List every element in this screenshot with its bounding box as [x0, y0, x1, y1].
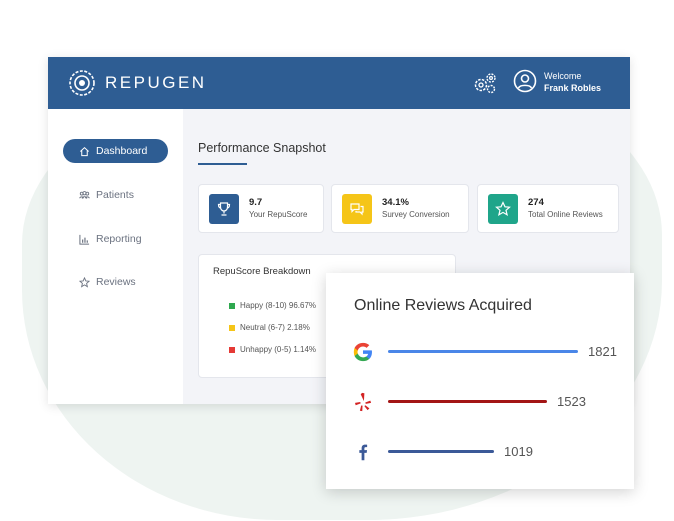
user-name: Frank Robles — [544, 83, 602, 93]
trophy-icon-box — [209, 194, 239, 224]
star-icon — [495, 201, 511, 217]
stat-label: Total Online Reviews — [528, 210, 603, 219]
stat-value: 9.7 — [249, 197, 263, 208]
user-circle-icon[interactable] — [513, 69, 537, 93]
breakdown-label: Unhappy (0-5) 1.14% — [240, 345, 317, 354]
yelp-icon — [355, 392, 372, 412]
legend-swatch — [229, 346, 235, 353]
legend-swatch — [229, 324, 235, 331]
sidebar-item-label: Patients — [96, 189, 134, 201]
page-title: Performance Snapshot — [198, 141, 326, 155]
stat-card-repuscore[interactable]: 9.7 Your RepuScore — [198, 184, 324, 233]
title-underline — [198, 163, 247, 165]
breakdown-label: Neutral (6-7) 2.18% — [240, 323, 310, 332]
star-icon-box — [488, 194, 518, 224]
sidebar-item-dashboard[interactable]: Dashboard — [63, 139, 168, 163]
star-icon — [79, 276, 90, 288]
review-count-google: 1821 — [588, 344, 617, 359]
sidebar: Dashboard Patients Reporting Reviews — [48, 109, 183, 404]
chat-bubbles-icon — [350, 203, 364, 216]
sidebar-item-reviews[interactable]: Reviews — [63, 270, 168, 294]
breakdown-item-happy: Happy (8-10) 96.67% — [229, 301, 316, 310]
welcome-label: Welcome — [544, 71, 582, 81]
trophy-icon — [217, 202, 231, 216]
reviews-title: Online Reviews Acquired — [354, 297, 532, 314]
review-bar-facebook — [388, 450, 494, 453]
review-count-yelp: 1523 — [557, 394, 586, 409]
review-row-yelp: 1523 — [326, 388, 634, 416]
users-icon — [79, 190, 90, 199]
repugen-logo-icon — [69, 70, 95, 96]
stat-card-total-reviews[interactable]: 274 Total Online Reviews — [477, 184, 619, 233]
breakdown-item-unhappy: Unhappy (0-5) 1.14% — [229, 345, 316, 354]
sidebar-item-label: Reporting — [96, 233, 142, 245]
chat-bubbles-icon-box — [342, 194, 372, 224]
review-row-google: 1821 — [326, 338, 634, 366]
legend-swatch — [229, 302, 235, 309]
stat-value: 274 — [528, 197, 544, 208]
sidebar-item-label: Dashboard — [96, 145, 148, 157]
stat-label: Survey Conversion — [382, 210, 450, 219]
logo[interactable]: REPUGEN — [68, 69, 207, 97]
review-bar-yelp — [388, 400, 547, 403]
review-bar-google — [388, 350, 578, 353]
settings-gear-icon[interactable] — [472, 70, 498, 96]
breakdown-label: Happy (8-10) 96.67% — [240, 301, 317, 310]
logo-text: REPUGEN — [105, 73, 207, 92]
facebook-icon — [359, 444, 368, 461]
sidebar-item-patients[interactable]: Patients — [63, 183, 168, 207]
breakdown-title: RepuScore Breakdown — [213, 266, 311, 277]
review-count-facebook: 1019 — [504, 444, 533, 459]
sidebar-item-label: Reviews — [96, 276, 136, 288]
home-icon — [80, 146, 89, 156]
google-icon — [353, 342, 372, 362]
top-bar: REPUGEN Welcome Frank Robles — [48, 57, 630, 109]
stat-card-survey-conversion[interactable]: 34.1% Survey Conversion — [331, 184, 469, 233]
bar-chart-icon — [79, 234, 90, 245]
sidebar-item-reporting[interactable]: Reporting — [63, 227, 168, 251]
breakdown-item-neutral: Neutral (6-7) 2.18% — [229, 323, 310, 332]
online-reviews-card: Online Reviews Acquired 1821 1523 1019 — [326, 273, 634, 489]
stat-value: 34.1% — [382, 197, 409, 208]
welcome-text: Welcome Frank Robles — [544, 70, 601, 94]
stat-label: Your RepuScore — [249, 210, 308, 219]
review-row-facebook: 1019 — [326, 438, 634, 466]
